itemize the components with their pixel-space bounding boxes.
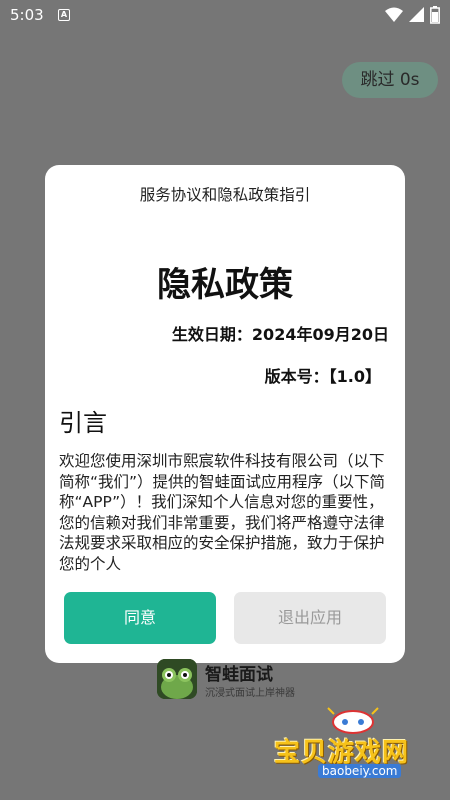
policy-heading: 隐私政策 bbox=[157, 265, 293, 305]
app-name: 智蛙面试 bbox=[205, 665, 273, 685]
signal-icon bbox=[409, 7, 424, 22]
watermark: 宝贝游戏网 baobeiy.com bbox=[270, 700, 450, 800]
gamepad-icon bbox=[327, 707, 379, 734]
privacy-dialog: 服务协议和隐私政策指引 隐私政策 生效日期：2024年09月20日 版本号：【1… bbox=[45, 165, 405, 663]
version-number: 版本号：【1.0】 bbox=[264, 367, 381, 386]
skip-button[interactable]: 跳过 0s bbox=[342, 62, 438, 98]
frog-icon bbox=[157, 659, 197, 699]
status-bar: 5:03 A bbox=[0, 0, 450, 32]
status-time: 5:03 bbox=[10, 6, 44, 24]
policy-body-text[interactable]: 欢迎您使用深圳市熙宸软件科技有限公司（以下简称“我们”）提供的智蛙面试应用程序（… bbox=[59, 451, 391, 573]
wifi-icon bbox=[385, 7, 403, 22]
effective-date: 生效日期：2024年09月20日 bbox=[171, 325, 389, 344]
a-notification-icon: A bbox=[58, 9, 70, 21]
app-logo bbox=[157, 659, 197, 699]
exit-app-button[interactable]: 退出应用 bbox=[234, 592, 386, 644]
watermark-url: baobeiy.com bbox=[318, 764, 402, 778]
app-slogan: 沉浸式面试上岸神器 bbox=[205, 688, 295, 699]
battery-icon bbox=[430, 6, 440, 24]
intro-heading: 引言 bbox=[59, 409, 107, 437]
agree-button[interactable]: 同意 bbox=[64, 592, 216, 644]
dialog-title: 服务协议和隐私政策指引 bbox=[139, 186, 311, 204]
